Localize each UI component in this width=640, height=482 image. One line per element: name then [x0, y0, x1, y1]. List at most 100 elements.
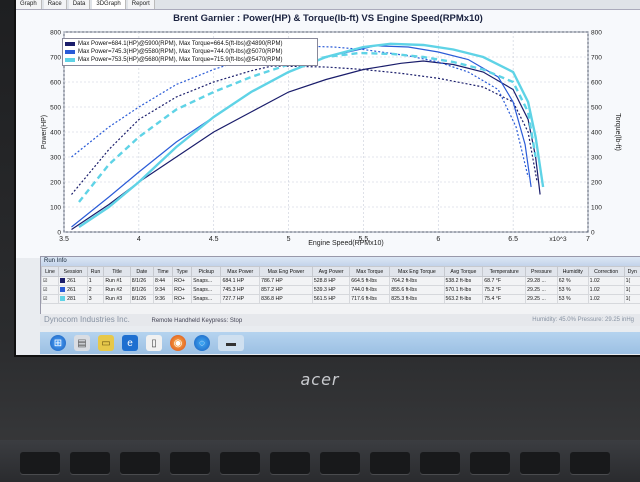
- table-cell: 281: [58, 294, 88, 304]
- tab-report[interactable]: Report: [127, 0, 155, 9]
- table-cell: Snaps...: [191, 276, 222, 286]
- start-button-icon[interactable]: ⊞: [50, 335, 66, 351]
- y-axis-label-right: Torque(lb-ft): [614, 113, 621, 151]
- y-tick-label-right: 800: [591, 30, 602, 37]
- column-header[interactable]: Pressure: [525, 266, 558, 277]
- table-cell: 9:34: [152, 285, 174, 295]
- keyboard-key: [520, 452, 560, 474]
- table-cell: 8:44: [152, 276, 174, 286]
- tab-3dgraph[interactable]: 3DGraph: [92, 0, 126, 9]
- y-tick-label-right: 400: [591, 130, 602, 137]
- table-cell: 8/1/26: [129, 285, 154, 295]
- column-header[interactable]: Correction: [587, 266, 625, 277]
- column-header[interactable]: Session: [58, 266, 88, 277]
- column-header[interactable]: Type: [172, 266, 193, 277]
- x-tick-label: 4.5: [209, 236, 219, 243]
- legend-entry-run2: Max Power=745.3(HP)@5580(RPM), Max Torqu…: [65, 48, 315, 56]
- table-cell: 745.3 HP: [220, 285, 261, 295]
- column-header[interactable]: Pickup: [191, 266, 222, 277]
- firefox-icon[interactable]: ◉: [170, 335, 186, 351]
- table-cell: 3: [86, 294, 105, 304]
- column-header[interactable]: Max Eng Power: [259, 266, 313, 277]
- table-cell: 539.3 HP: [311, 285, 351, 295]
- table-cell: 53 %: [556, 285, 589, 295]
- column-header[interactable]: Max Torque: [349, 266, 391, 277]
- table-cell: RO+: [172, 276, 193, 286]
- explorer-icon[interactable]: ▭: [98, 335, 114, 351]
- run-info-header-row: Line Session Run Title Date Time Type Pickup Max…: [40, 266, 640, 277]
- table-cell: 857.2 HP: [259, 285, 313, 295]
- keyboard-key: [220, 452, 260, 474]
- run-color-swatch: [60, 278, 66, 284]
- table-cell: 717.6 ft-lbs: [349, 294, 391, 304]
- table-cell: 1.02: [587, 276, 625, 286]
- dyno-app-icon[interactable]: ▬: [218, 335, 244, 351]
- y-tick-label-right: 100: [591, 205, 602, 212]
- run-color-swatch: [60, 287, 66, 293]
- column-header[interactable]: Avg Power: [311, 266, 351, 277]
- y-tick-label-right: 700: [591, 55, 602, 62]
- table-cell: 664.5 ft-lbs: [349, 276, 391, 286]
- company-name: Dynocom Industries Inc.: [44, 315, 130, 324]
- keyboard-key: [70, 452, 110, 474]
- column-header[interactable]: Max Power: [220, 266, 261, 277]
- table-cell: 75.2 °F: [482, 285, 527, 295]
- document-icon[interactable]: ▯: [146, 335, 162, 351]
- keyboard-key: [20, 452, 60, 474]
- tab-data[interactable]: Data: [68, 0, 91, 9]
- x-tick-label: 5: [287, 236, 291, 243]
- browser-icon[interactable]: ◌: [194, 335, 210, 351]
- column-header[interactable]: Time: [152, 266, 174, 277]
- keyboard-key: [470, 452, 510, 474]
- table-cell: 1.02: [587, 294, 625, 304]
- table-cell: 29.28 ...: [525, 276, 558, 286]
- table-cell: Snaps...: [191, 285, 222, 295]
- y-tick-label-right: 600: [591, 80, 602, 87]
- windows-taskbar: ⊞ ▤ ▭ e ▯ ◉ ◌ ▬: [40, 332, 640, 354]
- table-cell: Run #1: [103, 276, 131, 286]
- column-header[interactable]: Temperature: [482, 266, 527, 277]
- table-cell: RO+: [172, 294, 193, 304]
- y-tick-label-right: 200: [591, 180, 602, 187]
- column-header[interactable]: Avg Torque: [443, 266, 484, 277]
- y-tick-label-left: 100: [50, 205, 61, 212]
- column-header[interactable]: Title: [103, 266, 131, 277]
- library-icon[interactable]: ▤: [74, 335, 90, 351]
- keyboard: [0, 440, 640, 482]
- acer-logo: acer: [300, 370, 340, 389]
- column-header[interactable]: Dyn: [623, 266, 640, 277]
- legend-entry-run3: Max Power=753.5(HP)@5680(RPM), Max Torqu…: [65, 56, 315, 64]
- tab-graph[interactable]: Graph: [16, 0, 42, 9]
- table-cell: 9:36: [152, 294, 174, 304]
- keyboard-key: [420, 452, 460, 474]
- column-header[interactable]: Run: [86, 266, 105, 277]
- table-cell: 570.1 ft-lbs: [443, 285, 484, 295]
- keyboard-key: [170, 452, 210, 474]
- y-tick-label-left: 200: [50, 180, 61, 187]
- table-cell: 855.6 ft-lbs: [389, 285, 445, 295]
- y-tick-label-left: 800: [50, 30, 61, 37]
- run-info-table: Line Session Run Title Date Time Type Pickup Max…: [40, 266, 640, 304]
- tab-race[interactable]: Race: [43, 0, 67, 9]
- legend-swatch: [65, 50, 75, 54]
- edge-icon[interactable]: e: [122, 335, 138, 351]
- row-checkbox[interactable]: ☑: [40, 294, 60, 304]
- table-cell: 1: [86, 276, 105, 286]
- column-header[interactable]: Humidity: [556, 266, 589, 277]
- column-header[interactable]: Max Eng Torque: [389, 266, 445, 277]
- table-cell: 53 %: [556, 294, 589, 304]
- column-header[interactable]: Date: [129, 266, 154, 277]
- table-cell: 744.0 ft-lbs: [349, 285, 391, 295]
- table-row[interactable]: ☑ 281 3 Run #3 8/1/26 9:36 RO+ Snaps... 727.7 HP…: [40, 294, 640, 304]
- y-tick-label-right: 0: [591, 230, 595, 237]
- table-row[interactable]: ☑ 261 2 Run #2 8/1/26 9:34 RO+ Snaps... 745.3 HP…: [40, 285, 640, 295]
- y-tick-label-left: 700: [50, 55, 61, 62]
- table-row[interactable]: ☑ 261 1 Run #1 8/1/26 8:44 RO+ Snaps... 684.1 HP…: [40, 276, 640, 286]
- chart-title: Brent Garnier : Power(HP) & Torque(lb-ft…: [173, 13, 483, 24]
- y-tick-label-left: 400: [50, 130, 61, 137]
- row-checkbox[interactable]: ☑: [40, 285, 60, 295]
- row-checkbox[interactable]: ☑: [40, 276, 60, 286]
- column-header[interactable]: Line: [40, 266, 60, 277]
- table-cell: 62 %: [556, 276, 589, 286]
- chart-panel: 3.5 4 4.5 5 5.5 6 6.5 7 0 0 100 100 200 200 300 300 400 4…: [16, 10, 640, 258]
